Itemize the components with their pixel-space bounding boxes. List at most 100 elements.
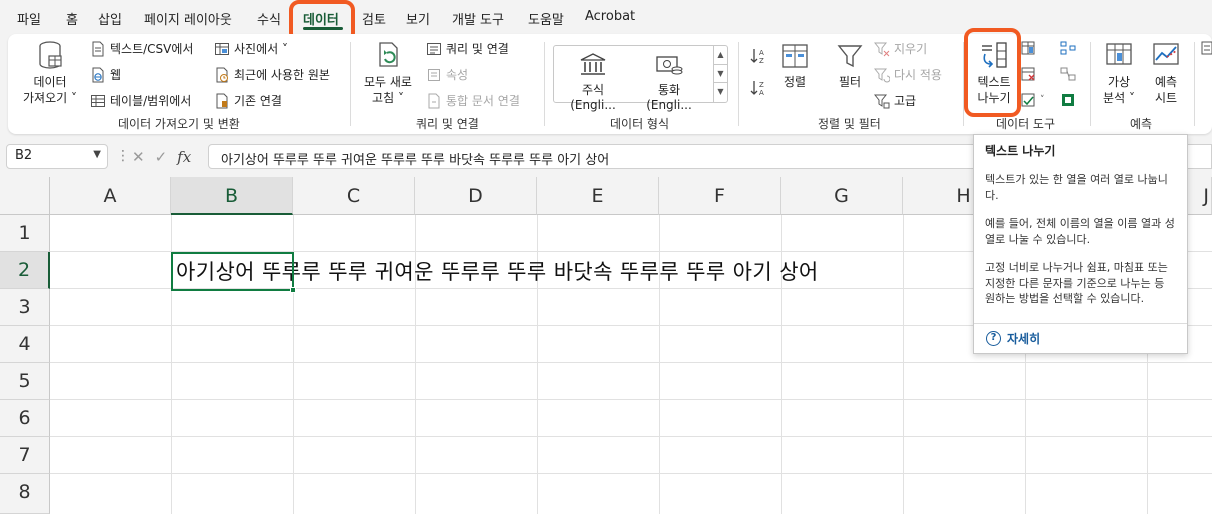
fill-handle[interactable]: [290, 287, 296, 293]
advanced-filter-label: 고급: [894, 94, 917, 108]
clear-filter-button[interactable]: 지우기: [874, 40, 927, 57]
reapply-button[interactable]: 다시 적용: [874, 66, 942, 83]
row-header[interactable]: 7: [0, 437, 50, 474]
tab-insert[interactable]: 삽입: [98, 9, 122, 28]
flash-fill-button[interactable]: [1020, 40, 1040, 56]
get-transform-group-label: 데이터 가져오기 및 변환: [118, 117, 240, 131]
cancel-icon[interactable]: ✕: [132, 148, 145, 166]
from-table-range-button[interactable]: 테이블/범위에서: [90, 92, 191, 109]
column-header[interactable]: G: [781, 177, 903, 215]
ribbon: 데이터 가져오기 ˅ 텍스트/CSV에서 웹 테이블/범위에서 사진에서 ˅ 최…: [8, 34, 1212, 134]
consolidate-button[interactable]: [1060, 40, 1080, 56]
chevron-down-icon[interactable]: ▼: [93, 149, 101, 160]
insert-function-icon[interactable]: fx: [177, 148, 191, 166]
relationships-button[interactable]: [1060, 66, 1080, 82]
from-text-csv-button[interactable]: 텍스트/CSV에서: [90, 40, 193, 57]
forecast-sheet-label-1: 예측: [1154, 75, 1178, 89]
sort-ascending-button[interactable]: AZ: [750, 46, 768, 66]
select-all-corner[interactable]: [0, 177, 50, 215]
what-if-label-2: 분석 ˅: [1103, 91, 1135, 105]
tab-page-layout[interactable]: 페이지 레이아웃: [144, 9, 232, 28]
group-separator: [1090, 42, 1091, 126]
edit-links-button[interactable]: 통합 문서 연결: [426, 92, 520, 109]
filter-label: 필터: [838, 75, 862, 89]
tab-acrobat[interactable]: Acrobat: [585, 9, 635, 24]
row-header[interactable]: 8: [0, 474, 50, 514]
what-if-icon: [1106, 43, 1132, 65]
what-if-analysis-button[interactable]: 가상 분석 ˅: [1098, 40, 1140, 106]
column-header[interactable]: B: [171, 177, 293, 215]
active-cell-b2[interactable]: [171, 252, 294, 291]
web-icon: [92, 67, 104, 82]
stocks-data-type[interactable]: 주식 (Engli...: [558, 52, 628, 112]
clear-filter-label: 지우기: [894, 42, 928, 56]
tab-home[interactable]: 홈: [66, 9, 78, 28]
from-picture-label: 사진에서 ˅: [234, 42, 288, 56]
remove-duplicates-button[interactable]: [1020, 66, 1040, 82]
existing-connections-button[interactable]: 기존 연결: [214, 92, 282, 109]
column-header[interactable]: A: [50, 177, 171, 215]
tab-developer[interactable]: 개발 도구: [452, 9, 504, 28]
row-header[interactable]: 6: [0, 400, 50, 437]
column-header[interactable]: E: [537, 177, 659, 215]
gallery-up-icon[interactable]: ▲: [714, 46, 727, 65]
text-to-columns-highlight: [964, 28, 1021, 117]
properties-label: 속성: [446, 68, 469, 82]
forecast-sheet-button[interactable]: 예측 시트: [1146, 40, 1186, 106]
tab-formulas[interactable]: 수식: [257, 9, 281, 28]
currencies-data-type[interactable]: 통화 (Engli...: [634, 52, 704, 112]
from-web-button[interactable]: 웹: [90, 66, 121, 83]
queries-icon: [427, 42, 441, 55]
get-data-button[interactable]: 데이터 가져오기 ˅: [18, 40, 82, 106]
from-picture-button[interactable]: 사진에서 ˅: [214, 40, 288, 57]
recent-sources-icon: [216, 67, 228, 82]
sort-descending-button[interactable]: ZA: [750, 78, 768, 98]
column-header[interactable]: D: [415, 177, 537, 215]
tab-review[interactable]: 검토: [362, 9, 386, 28]
manage-data-model-button[interactable]: [1060, 92, 1080, 108]
name-box[interactable]: B2 ▼: [6, 144, 108, 169]
filter-button[interactable]: 필터: [832, 42, 868, 90]
existing-connections-label: 기존 연결: [234, 94, 282, 108]
column-header[interactable]: F: [659, 177, 781, 215]
data-types-gallery[interactable]: 주식 (Engli... 통화 (Engli... ▲ ▼ ▼: [553, 45, 728, 112]
forecast-sheet-icon: [1153, 43, 1179, 65]
more-link-label: 자세히: [1007, 332, 1041, 346]
row-header[interactable]: 4: [0, 326, 50, 363]
refresh-all-label-2: 고침 ˅: [372, 91, 404, 105]
tab-help[interactable]: 도움말: [528, 9, 564, 28]
database-icon: [39, 41, 62, 69]
gallery-scroll[interactable]: ▲ ▼ ▼: [713, 46, 727, 102]
sort-button[interactable]: 정렬: [778, 42, 812, 90]
row-header[interactable]: 5: [0, 363, 50, 400]
outline-icon: [1201, 41, 1212, 55]
from-table-range-label: 테이블/범위에서: [110, 94, 192, 108]
gallery-down-icon[interactable]: ▼: [714, 65, 727, 84]
row-header[interactable]: 3: [0, 289, 50, 326]
tab-view[interactable]: 보기: [406, 9, 430, 28]
remove-duplicates-icon: [1021, 67, 1035, 81]
text-file-icon: [92, 41, 104, 56]
properties-button[interactable]: 속성: [426, 66, 468, 83]
sort-label: 정렬: [783, 75, 807, 89]
gallery-more-icon[interactable]: ▼: [714, 83, 727, 102]
advanced-filter-button[interactable]: 고급: [874, 92, 916, 109]
queries-connections-label: 쿼리 및 연결: [446, 42, 509, 56]
enter-icon[interactable]: ✓: [155, 148, 168, 166]
column-header[interactable]: C: [293, 177, 415, 215]
group-separator: [544, 42, 545, 126]
refresh-icon: [379, 42, 398, 67]
tab-file[interactable]: 파일: [17, 9, 41, 28]
refresh-all-button[interactable]: 모두 새로 고침 ˅: [360, 40, 416, 106]
recent-sources-button[interactable]: 최근에 사용한 원본: [214, 66, 330, 83]
queries-connections-button[interactable]: 쿼리 및 연결: [426, 40, 509, 57]
data-validation-button[interactable]: ˅: [1020, 92, 1045, 108]
outline-button[interactable]: [1200, 40, 1212, 56]
tooltip-more-link[interactable]: ? 자세히: [986, 330, 1040, 347]
svg-text:A: A: [759, 49, 764, 57]
row-header[interactable]: 2: [0, 252, 50, 289]
recent-sources-label: 최근에 사용한 원본: [234, 68, 330, 82]
help-icon: ?: [986, 331, 1001, 346]
chevron-down-icon[interactable]: ˅: [1040, 95, 1045, 105]
row-header[interactable]: 1: [0, 215, 50, 252]
